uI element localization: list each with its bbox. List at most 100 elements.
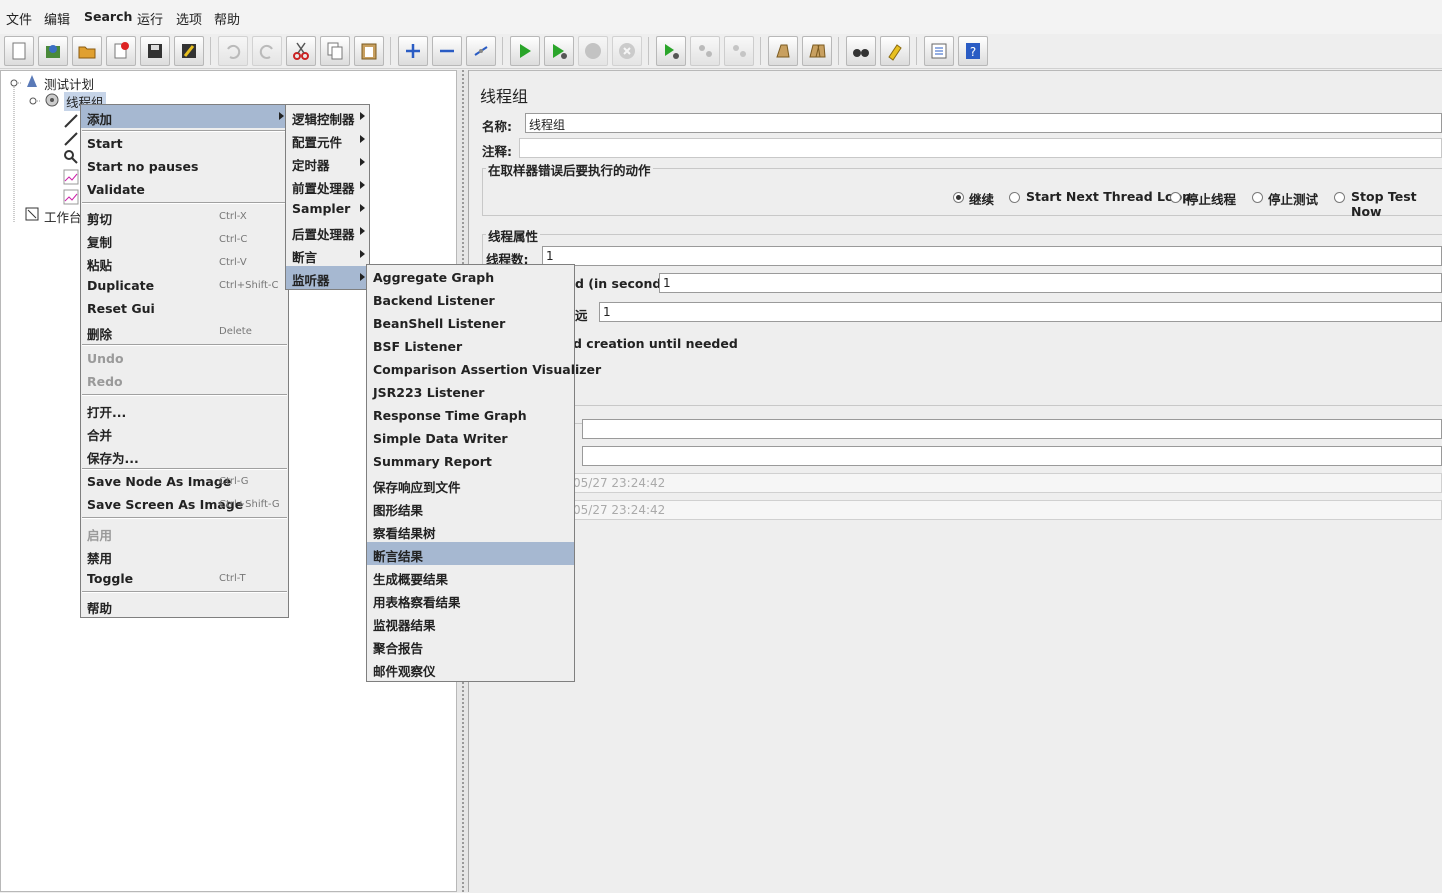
menu-item-backend-listener[interactable]: Backend Listener: [367, 289, 574, 312]
menu-item-redo[interactable]: Redo: [81, 370, 288, 393]
radio-start-next-loop[interactable]: [1009, 192, 1020, 203]
save-icon[interactable]: [140, 36, 170, 66]
menu-item-enable[interactable]: 启用: [81, 521, 288, 544]
menu-item-undo[interactable]: Undo: [81, 347, 288, 370]
radio-stop-thread[interactable]: [1170, 192, 1181, 203]
menu-item-start-no-pauses[interactable]: Start no pauses: [81, 155, 288, 178]
menu-item-listener[interactable]: 监听器: [286, 266, 369, 289]
thread-group-panel: 线程组 名称: 线程组 注释: 在取样器错误后要执行的动作 继续 Start N…: [469, 70, 1442, 893]
menu-item-save-as[interactable]: 保存为...: [81, 444, 288, 467]
redo-icon[interactable]: [252, 36, 282, 66]
menu-item-assertion-results[interactable]: 断言结果: [367, 542, 574, 565]
menu-item-open[interactable]: 打开...: [81, 398, 288, 421]
radio-stop-test[interactable]: [1252, 192, 1263, 203]
menu-item-view-results-table[interactable]: 用表格察看结果: [367, 588, 574, 611]
menu-item-generate-summary[interactable]: 生成概要结果: [367, 565, 574, 588]
copy-icon[interactable]: [320, 36, 350, 66]
startup-delay-input[interactable]: [582, 446, 1442, 466]
menu-item-validate[interactable]: Validate: [81, 178, 288, 201]
menu-item-reset-gui[interactable]: Reset Gui: [81, 297, 288, 320]
function-helper-icon[interactable]: [924, 36, 954, 66]
menu-options[interactable]: 选项: [176, 9, 202, 28]
save-as-icon[interactable]: [174, 36, 204, 66]
menu-help[interactable]: 帮助: [214, 9, 240, 28]
menu-item-logic-controller[interactable]: 逻辑控制器: [286, 105, 369, 128]
menu-item-save-screen-image[interactable]: Save Screen As Image Ctrl+Shift-G: [81, 493, 288, 516]
remote-start-icon[interactable]: [656, 36, 686, 66]
menu-item-save-responses[interactable]: 保存响应到文件: [367, 473, 574, 496]
stop-icon[interactable]: [578, 36, 608, 66]
menu-item-start[interactable]: Start: [81, 132, 288, 155]
menu-item-comparison-assertion-visualizer[interactable]: Comparison Assertion Visualizer: [367, 358, 601, 381]
templates-icon[interactable]: [38, 36, 68, 66]
delay-creation-label: d creation until needed: [573, 336, 738, 351]
remote-stop-icon[interactable]: [690, 36, 720, 66]
radio-stop-test-now[interactable]: [1334, 192, 1345, 203]
start-no-pauses-icon[interactable]: [544, 36, 574, 66]
menu-item-delete[interactable]: 删除 Delete: [81, 320, 288, 343]
graph-icon-2: [63, 189, 79, 205]
menu-item-aggregate-report[interactable]: 聚合报告: [367, 634, 574, 657]
rampup-input[interactable]: 1: [659, 273, 1442, 293]
menu-item-jsr223-listener[interactable]: JSR223 Listener: [367, 381, 574, 404]
open-icon[interactable]: [72, 36, 102, 66]
shutdown-icon[interactable]: [612, 36, 642, 66]
menu-item-timer[interactable]: 定时器: [286, 151, 369, 174]
remote-shutdown-icon[interactable]: [724, 36, 754, 66]
menu-item-save-node-image[interactable]: Save Node As Image Ctrl-G: [81, 470, 288, 493]
menu-item-assertion[interactable]: 断言: [286, 243, 369, 266]
menu-item-bsf-listener[interactable]: BSF Listener: [367, 335, 574, 358]
comment-input[interactable]: [519, 138, 1442, 158]
menu-item-help[interactable]: 帮助: [81, 594, 288, 617]
start-time-input[interactable]: 05/27 23:24:42: [569, 473, 1442, 493]
menu-edit[interactable]: 编辑: [44, 9, 70, 28]
menu-search[interactable]: Search: [84, 9, 132, 24]
clear-all-icon[interactable]: [802, 36, 832, 66]
menu-item-simple-data-writer[interactable]: Simple Data Writer: [367, 427, 574, 450]
expand-icon[interactable]: [398, 36, 428, 66]
threads-input[interactable]: 1: [542, 246, 1442, 266]
cut-icon[interactable]: [286, 36, 316, 66]
reset-search-icon[interactable]: [880, 36, 910, 66]
menu-item-cut[interactable]: 剪切 Ctrl-X: [81, 205, 288, 228]
menu-run[interactable]: 运行: [137, 9, 163, 28]
menu-item-monitor-results[interactable]: 监视器结果: [367, 611, 574, 634]
menu-item-aggregate-graph[interactable]: Aggregate Graph: [367, 266, 574, 289]
paste-icon[interactable]: [354, 36, 384, 66]
menu-item-disable[interactable]: 禁用: [81, 544, 288, 567]
end-time-input[interactable]: 05/27 23:24:42: [569, 500, 1442, 520]
radio-continue[interactable]: [953, 192, 964, 203]
loop-input[interactable]: 1: [599, 302, 1442, 322]
menu-item-view-results-tree[interactable]: 察看结果树: [367, 519, 574, 542]
menu-item-post-processor[interactable]: 后置处理器: [286, 220, 369, 243]
undo-icon[interactable]: [218, 36, 248, 66]
menu-file[interactable]: 文件: [6, 9, 32, 28]
tree-node-workbench[interactable]: 工作台: [44, 207, 82, 226]
menu-item-graph-results[interactable]: 图形结果: [367, 496, 574, 519]
tree-node-test-plan[interactable]: 测试计划: [44, 74, 94, 93]
menu-item-beanshell-listener[interactable]: BeanShell Listener: [367, 312, 574, 335]
menu-item-config-element[interactable]: 配置元件: [286, 128, 369, 151]
name-input[interactable]: 线程组: [525, 113, 1442, 133]
new-icon[interactable]: [4, 36, 34, 66]
submenu-arrow-icon: [279, 112, 284, 120]
duration-input[interactable]: [582, 419, 1442, 439]
search-icon[interactable]: [846, 36, 876, 66]
menu-item-summary-report[interactable]: Summary Report: [367, 450, 574, 473]
menu-item-copy[interactable]: 复制 Ctrl-C: [81, 228, 288, 251]
menu-item-merge[interactable]: 合并: [81, 421, 288, 444]
close-icon[interactable]: [106, 36, 136, 66]
menu-item-duplicate[interactable]: Duplicate Ctrl+Shift-C: [81, 274, 288, 297]
help-icon[interactable]: ?: [958, 36, 988, 66]
menu-item-pre-processor[interactable]: 前置处理器: [286, 174, 369, 197]
menu-item-sampler[interactable]: Sampler: [286, 197, 369, 220]
menu-item-response-time-graph[interactable]: Response Time Graph: [367, 404, 574, 427]
menu-item-add[interactable]: 添加: [81, 105, 288, 128]
toggle-icon[interactable]: [466, 36, 496, 66]
collapse-icon[interactable]: [432, 36, 462, 66]
start-icon[interactable]: [510, 36, 540, 66]
menu-item-paste[interactable]: 粘贴 Ctrl-V: [81, 251, 288, 274]
menu-item-toggle[interactable]: Toggle Ctrl-T: [81, 567, 288, 590]
menu-item-mailer-visualizer[interactable]: 邮件观察仪: [367, 657, 574, 680]
clear-icon[interactable]: [768, 36, 798, 66]
